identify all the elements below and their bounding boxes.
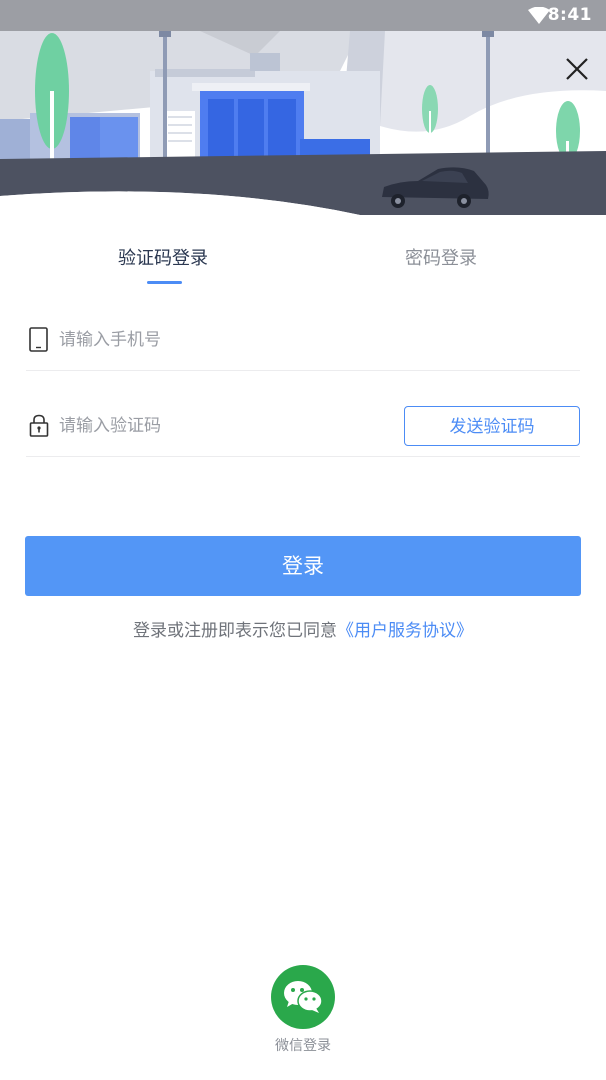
tab-password-login[interactable]: 密码登录	[405, 244, 477, 270]
close-icon[interactable]	[564, 56, 590, 82]
wifi-icon	[528, 7, 550, 24]
phone-icon	[29, 327, 48, 352]
city-illustration	[0, 31, 606, 215]
login-button[interactable]: 登录	[25, 536, 581, 596]
tab-sms-code-login[interactable]: 验证码登录	[118, 244, 208, 270]
user-agreement-link[interactable]: 《用户服务协议》	[337, 621, 473, 641]
agreement-prefix: 登录或注册即表示您已同意	[133, 621, 337, 641]
status-time: 8:41	[547, 5, 592, 25]
phone-input[interactable]	[59, 326, 539, 354]
wechat-login-label: 微信登录	[275, 1038, 331, 1054]
lock-icon	[29, 414, 49, 437]
active-tab-indicator	[147, 281, 182, 284]
send-code-button[interactable]: 发送验证码	[404, 406, 580, 446]
wechat-login-button[interactable]	[271, 965, 335, 1029]
code-divider	[26, 456, 580, 457]
verification-code-input[interactable]	[59, 412, 389, 440]
hero-illustration	[0, 31, 606, 215]
wechat-icon	[284, 981, 323, 1013]
phone-divider	[26, 370, 580, 371]
login-tabs: 验证码登录 密码登录	[0, 236, 606, 296]
status-bar: 8:41	[0, 0, 606, 31]
agreement-text: 登录或注册即表示您已同意《用户服务协议》	[0, 616, 606, 641]
